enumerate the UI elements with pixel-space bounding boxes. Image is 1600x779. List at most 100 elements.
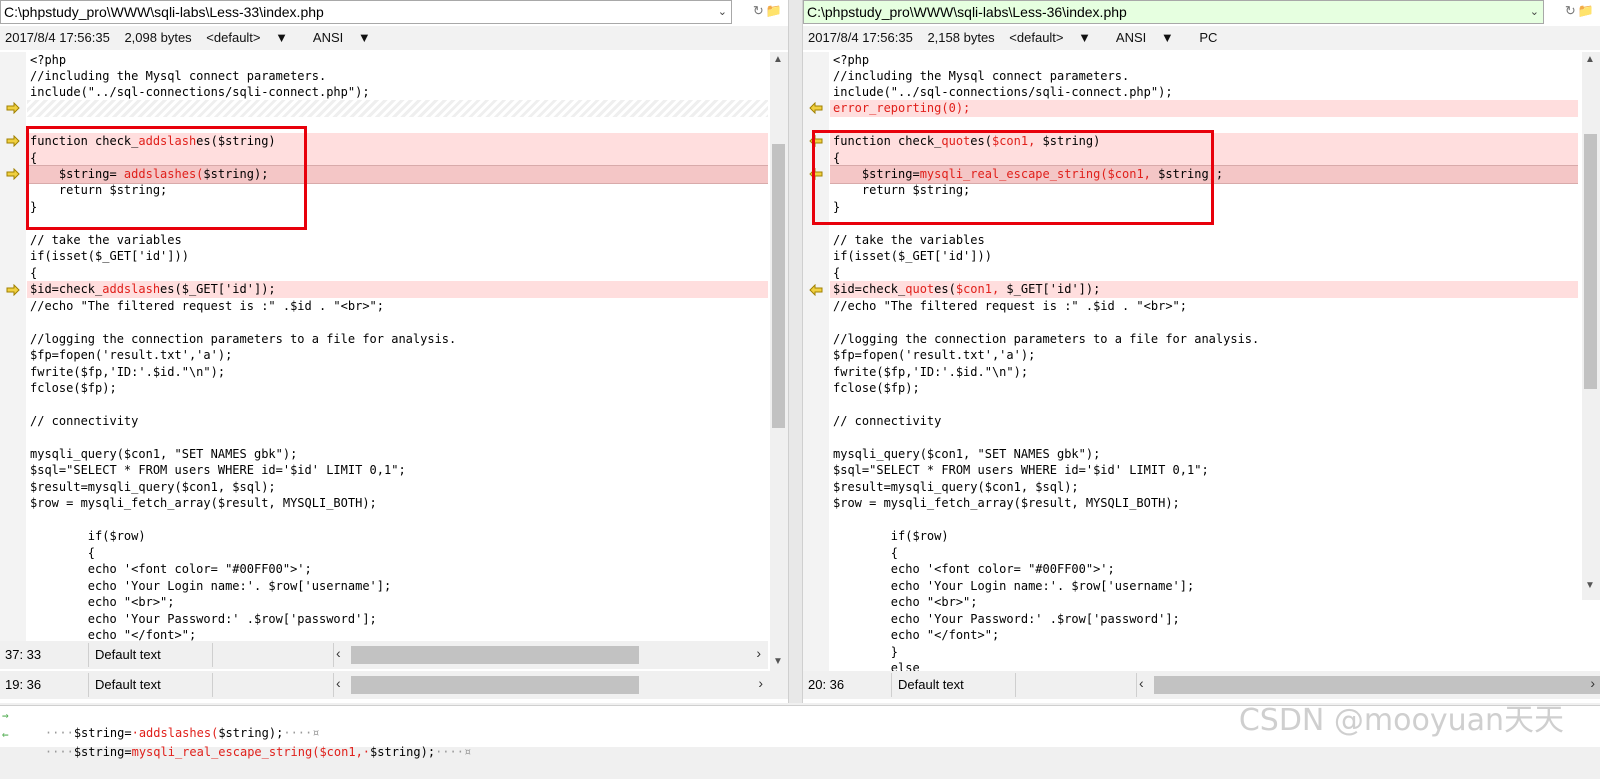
code-line: { [30,546,96,560]
code-text: $id=check_ [833,282,906,296]
scrollbar-thumb[interactable] [1154,676,1600,694]
scroll-up-icon[interactable]: ▲ [1585,54,1595,65]
divider [891,673,892,697]
code-line: if($row) [833,529,949,543]
left-file-pane: C:\phpstudy_pro\WWW\sqli-labs\Less-33\in… [0,0,788,703]
right-path-field[interactable]: C:\phpstudy_pro\WWW\sqli-labs\Less-36\in… [803,0,1544,24]
divider [333,673,334,697]
folder-open-icon[interactable]: 📁 [1578,3,1596,18]
code-line: if(isset($_GET['id'])) [30,249,189,263]
code-line: echo 'Your Login name:'. $row['username'… [833,579,1195,593]
folder-open-icon[interactable]: 📁 [766,3,784,18]
caret-down-icon: ▼ [357,30,371,45]
arrow-right-icon: ⇒ [2,709,9,722]
line-compare-panel: ⇒ ····$string=·addslashes($string);····¤ … [0,703,1600,759]
diff-arrow-left-icon [809,102,823,114]
left-charset[interactable]: ANSI ▼ [313,30,382,45]
code-line: $row = mysqli_fetch_array($result, MYSQL… [833,496,1180,510]
scroll-left-icon[interactable]: ‹ [336,675,341,691]
code-line: // take the variables [833,233,985,247]
code-line: echo 'Your Password:' .$row['password']; [30,612,377,626]
scrollbar-thumb[interactable] [351,676,639,694]
right-encoding-default[interactable]: <default> ▼ [1009,30,1102,45]
compare-line-left: ⇒ ····$string=·addslashes($string);····¤ [0,706,319,740]
diff-arrow-icon [6,284,20,296]
scrollbar-thumb[interactable] [1584,134,1597,389]
pane-splitter[interactable] [788,0,803,703]
scrollbar-track[interactable] [351,675,746,695]
code-line: include("../sql-connections/sqli-connect… [833,85,1173,99]
left-encoding-default[interactable]: <default> ▼ [206,30,299,45]
text-mode: Default text [95,647,161,662]
code-line: mysqli_query($con1, "SET NAMES gbk"); [30,447,298,461]
refresh-icon[interactable]: ↻ [753,3,766,18]
code-line: //logging the connection parameters to a… [833,332,1260,346]
scroll-left-icon[interactable]: ‹ [1139,675,1144,691]
right-vertical-scrollbar[interactable]: ▲ ▼ [1582,52,1600,600]
code-line: fclose($fp); [833,381,920,395]
scroll-right-icon[interactable]: › [1590,675,1595,691]
left-path-text: C:\phpstudy_pro\WWW\sqli-labs\Less-33\in… [4,4,324,20]
code-line: //echo "The filtered request is :" .$id … [833,299,1188,313]
highlight-box [26,126,307,230]
code-text: $id=check_ [30,282,103,296]
scrollbar-track[interactable] [1154,675,1600,695]
code-line: <?php [833,53,870,67]
left-info-bar: 2017/8/4 17:56:35 2,098 bytes <default> … [0,26,788,50]
scrollbar-thumb[interactable] [772,144,785,428]
scrollbar-track[interactable] [351,645,744,665]
scroll-right-icon[interactable]: › [758,675,763,691]
code-line: include("../sql-connections/sqli-connect… [30,85,370,99]
left-vertical-scrollbar[interactable]: ▲ ▼ [770,52,788,676]
code-text: es( [934,282,956,296]
compare-line-right: ⇐ ····$string=mysqli_real_escape_string($… [0,725,471,759]
text-mode: Default text [898,677,964,692]
code-line: if($row) [30,529,146,543]
divider [88,673,89,697]
watermark: CSDN @mooyuan天天 [1238,703,1564,738]
scroll-right-icon[interactable]: › [756,645,761,661]
left-status-row: 37: 33 Default text ‹ › [0,641,768,669]
scroll-up-icon[interactable]: ▲ [773,54,783,65]
right-charset-label: ANSI [1115,30,1147,45]
code-text: es($_GET['id']); [160,282,276,296]
diff-text: $con1,· [319,745,371,759]
code-line: fwrite($fp,'ID:'.$id."\n"); [833,365,1029,379]
divider [333,643,334,667]
cursor-position: 20: 36 [808,677,845,692]
code-line-diff: $id=check_quotes($con1, $_GET['id']); [830,281,1578,298]
left-path-field[interactable]: C:\phpstudy_pro\WWW\sqli-labs\Less-33\in… [0,0,732,24]
scrollbar-thumb[interactable] [351,646,639,664]
scroll-down-icon[interactable]: ▼ [1585,580,1595,591]
horizontal-scrollbar[interactable]: ‹ › [336,645,761,665]
whitespace-marks: ····¤ [435,745,472,759]
right-file-pane: C:\phpstudy_pro\WWW\sqli-labs\Less-36\in… [803,0,1600,703]
code-line: } [833,645,899,659]
refresh-icon[interactable]: ↻ [1565,3,1578,18]
left-size: 2,098 bytes [124,30,192,45]
right-line-ending[interactable]: PC [1199,30,1217,45]
diff-arrow-icon [6,168,20,180]
chevron-down-icon[interactable]: ⌄ [718,1,727,23]
chevron-down-icon[interactable]: ⌄ [1530,1,1539,23]
diff-arrow-icon [6,135,20,147]
caret-down-icon: ▼ [1078,30,1092,45]
scroll-left-icon[interactable]: ‹ [336,645,341,661]
horizontal-scrollbar[interactable]: ‹ › [336,675,763,695]
scroll-down-icon[interactable]: ▼ [773,656,783,667]
code-line: //including the Mysql connect parameters… [833,69,1130,83]
diff-arrow-left-icon [809,284,823,296]
right-info-bar: 2017/8/4 17:56:35 2,158 bytes <default> … [803,26,1600,50]
code-line: $sql="SELECT * FROM users WHERE id='$id'… [833,463,1209,477]
right-charset[interactable]: ANSI ▼ [1116,30,1185,45]
code-line: // connectivity [833,414,942,428]
right-encoding-label: <default> [1009,30,1064,45]
code-line: { [30,266,38,280]
code-line: //echo "The filtered request is :" .$id … [30,299,385,313]
code-line: echo "</font>"; [833,628,1000,642]
divider [212,643,213,667]
diff-text: quot [905,282,935,296]
diff-text: $con1, [955,282,1007,296]
horizontal-scrollbar[interactable]: ‹ › [1139,675,1600,695]
left-gutter [0,52,26,650]
